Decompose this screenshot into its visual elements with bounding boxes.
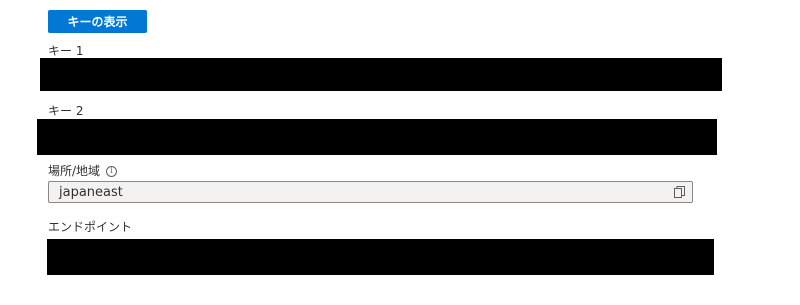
endpoint-redacted-value bbox=[47, 239, 714, 275]
endpoint-label: エンドポイント bbox=[48, 220, 133, 234]
copy-icon[interactable] bbox=[674, 186, 685, 198]
location-label-row: 場所/地域 i bbox=[48, 164, 118, 178]
location-field[interactable]: japaneast bbox=[48, 181, 693, 203]
key1-label: キー 1 bbox=[48, 44, 84, 58]
key2-label: キー 2 bbox=[48, 104, 84, 118]
info-icon[interactable]: i bbox=[106, 165, 118, 177]
location-value: japaneast bbox=[59, 184, 123, 200]
key1-redacted-value bbox=[40, 58, 722, 91]
location-label: 場所/地域 bbox=[48, 164, 101, 178]
show-keys-button[interactable]: キーの表示 bbox=[48, 10, 147, 33]
key2-redacted-value bbox=[37, 119, 717, 155]
